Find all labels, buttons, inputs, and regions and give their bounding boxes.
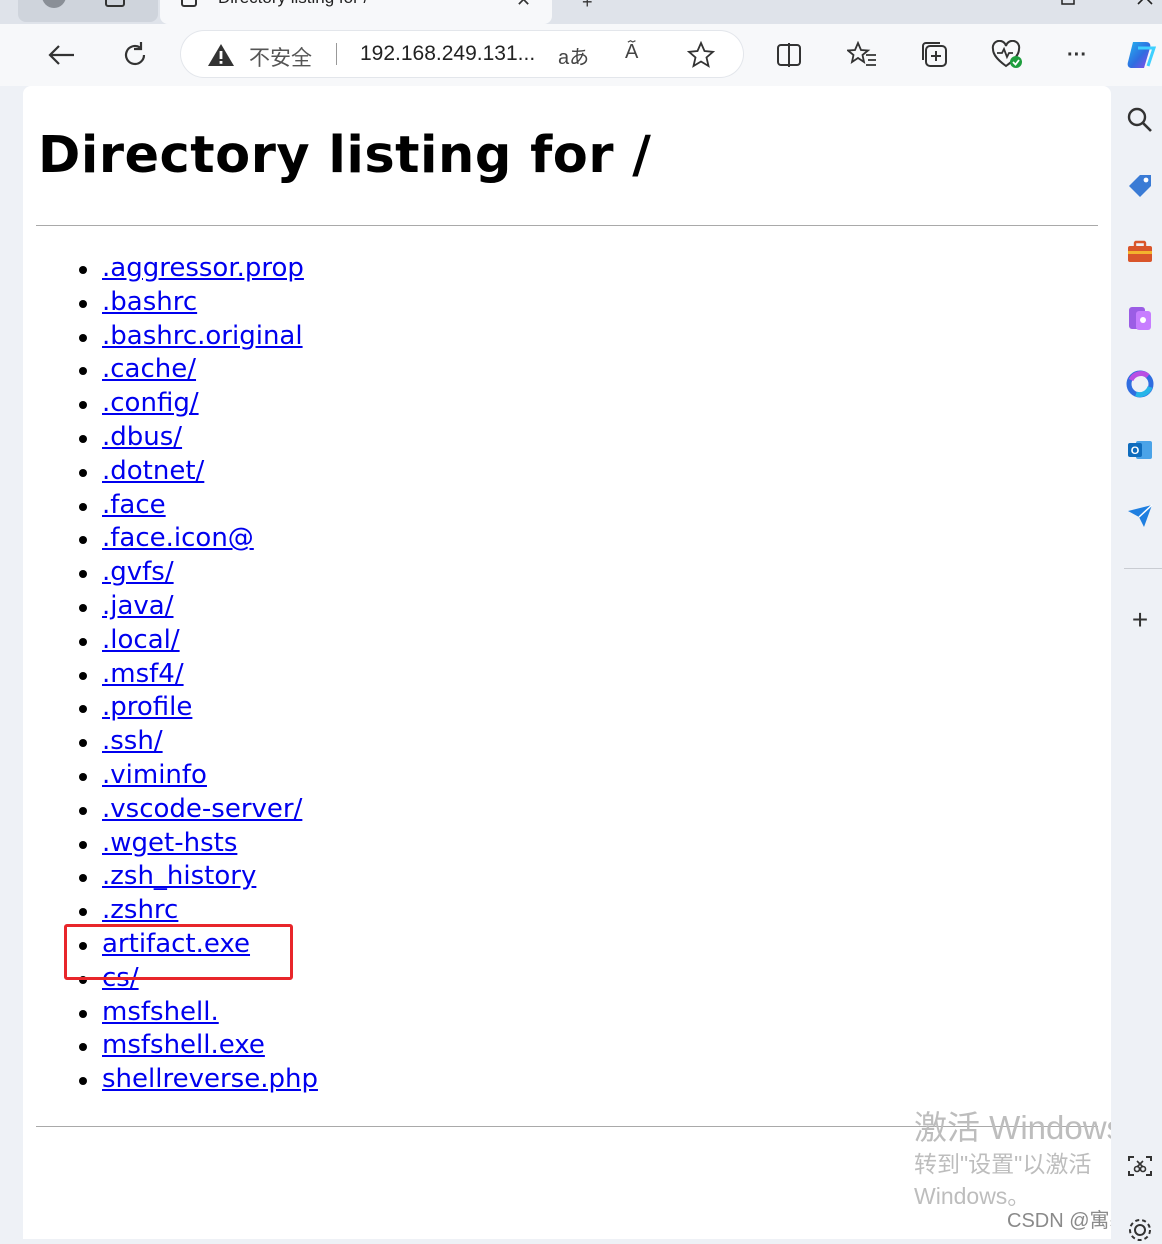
search-icon[interactable] — [1126, 106, 1154, 134]
profile-avatar-icon[interactable] — [40, 0, 68, 10]
file-link[interactable]: .local/ — [102, 624, 180, 658]
file-link[interactable]: .aggressor.prop — [102, 252, 304, 286]
address-bar[interactable]: 不安全 192.168.249.131... aあ A᷉ — [181, 31, 743, 77]
add-icon[interactable]: + — [1126, 604, 1154, 635]
more-menu-icon[interactable]: ··· — [1060, 38, 1094, 72]
outlook-icon[interactable]: O — [1126, 436, 1154, 464]
url-text[interactable]: 192.168.249.131... — [360, 42, 535, 66]
edge-sidebar: O + — [1116, 86, 1162, 1241]
split-screen-icon — [777, 43, 801, 67]
file-link[interactable]: .zshrc — [102, 894, 178, 928]
file-link[interactable]: .wget-hsts — [102, 827, 237, 861]
favorites-button[interactable] — [845, 38, 879, 72]
send-icon[interactable] — [1126, 502, 1154, 530]
file-link[interactable]: .msf4/ — [102, 658, 184, 692]
file-link[interactable]: .cache/ — [102, 353, 196, 387]
file-link[interactable]: .config/ — [102, 387, 199, 421]
tag-icon[interactable] — [1126, 172, 1154, 200]
microsoft365-icon[interactable] — [1126, 370, 1154, 398]
file-link[interactable]: .bashrc.original — [102, 320, 303, 354]
split-screen-button[interactable] — [772, 38, 806, 72]
file-link[interactable]: .zsh_history — [102, 860, 256, 894]
file-link[interactable]: .ssh/ — [102, 725, 163, 759]
heart-pulse-icon — [991, 40, 1022, 68]
file-link[interactable]: .face — [102, 489, 166, 523]
new-tab-icon[interactable]: + — [582, 0, 593, 13]
back-arrow-icon — [48, 45, 74, 65]
watermark-title: 激活 Windows — [914, 1109, 1111, 1146]
browser-essentials-button[interactable] — [990, 38, 1024, 72]
file-link[interactable]: .gvfs/ — [102, 556, 174, 590]
file-link[interactable]: .profile — [102, 691, 192, 725]
read-aloud-icon[interactable]: A᷉ — [625, 41, 638, 64]
page-title: Directory listing for / — [38, 126, 652, 185]
file-link[interactable]: shellreverse.php — [102, 1063, 318, 1097]
toolbox-icon[interactable] — [1126, 238, 1154, 266]
favorite-star-icon[interactable] — [687, 41, 715, 69]
sidebar-divider — [1124, 568, 1162, 569]
warning-icon[interactable] — [207, 43, 235, 67]
screenshot-icon[interactable] — [1126, 1152, 1154, 1180]
copilot-button[interactable] — [1124, 38, 1158, 72]
activation-watermark: 激活 Windows 转到"设置"以激活 Windows。 — [914, 1108, 1111, 1212]
file-link[interactable]: .java/ — [102, 590, 174, 624]
svg-text:O: O — [1131, 445, 1140, 457]
active-tab[interactable]: Directory listing for / ✕ — [160, 0, 552, 24]
file-link[interactable]: msfshell. — [102, 996, 219, 1030]
close-window-icon[interactable] — [1136, 0, 1154, 8]
security-label[interactable]: 不安全 — [249, 42, 312, 72]
address-divider — [336, 43, 337, 65]
refresh-button[interactable] — [118, 38, 152, 72]
back-button[interactable] — [44, 38, 78, 72]
divider-top — [36, 225, 1098, 226]
translate-icon[interactable]: aあ — [558, 41, 589, 70]
tab-inactive[interactable] — [18, 0, 158, 22]
restore-window-icon[interactable] — [1060, 0, 1076, 8]
games-icon[interactable] — [1126, 304, 1154, 332]
tab-close-icon[interactable]: ✕ — [516, 0, 531, 11]
highlight-box — [64, 924, 293, 980]
file-link[interactable]: .viminfo — [102, 759, 207, 793]
browser-toolbar: 不安全 192.168.249.131... aあ A᷉ ··· — [0, 24, 1162, 86]
tab-title: Directory listing for / — [218, 0, 368, 8]
favorites-list-icon — [847, 41, 876, 66]
csdn-credit: CSDN @寓寒星 — [1007, 1210, 1111, 1232]
copilot-icon — [1127, 42, 1157, 68]
tab-strip: Directory listing for / ✕ + — [0, 0, 1162, 24]
file-link[interactable]: .dotnet/ — [102, 455, 204, 489]
file-link[interactable]: .bashrc — [102, 286, 197, 320]
page-icon — [181, 0, 197, 7]
page-content: Directory listing for / .aggressor.prop … — [23, 86, 1111, 1239]
file-link[interactable]: .dbus/ — [102, 421, 182, 455]
collections-icon — [922, 42, 947, 67]
file-link[interactable]: .face.icon@ — [102, 522, 254, 556]
collections-button[interactable] — [918, 38, 952, 72]
refresh-icon — [124, 42, 146, 66]
file-link[interactable]: .vscode-server/ — [102, 793, 302, 827]
settings-gear-icon[interactable] — [1126, 1216, 1154, 1244]
watermark-subtitle: 转到"设置"以激活 — [914, 1151, 1092, 1177]
file-link[interactable]: msfshell.exe — [102, 1029, 265, 1063]
workspaces-icon[interactable] — [104, 0, 126, 8]
